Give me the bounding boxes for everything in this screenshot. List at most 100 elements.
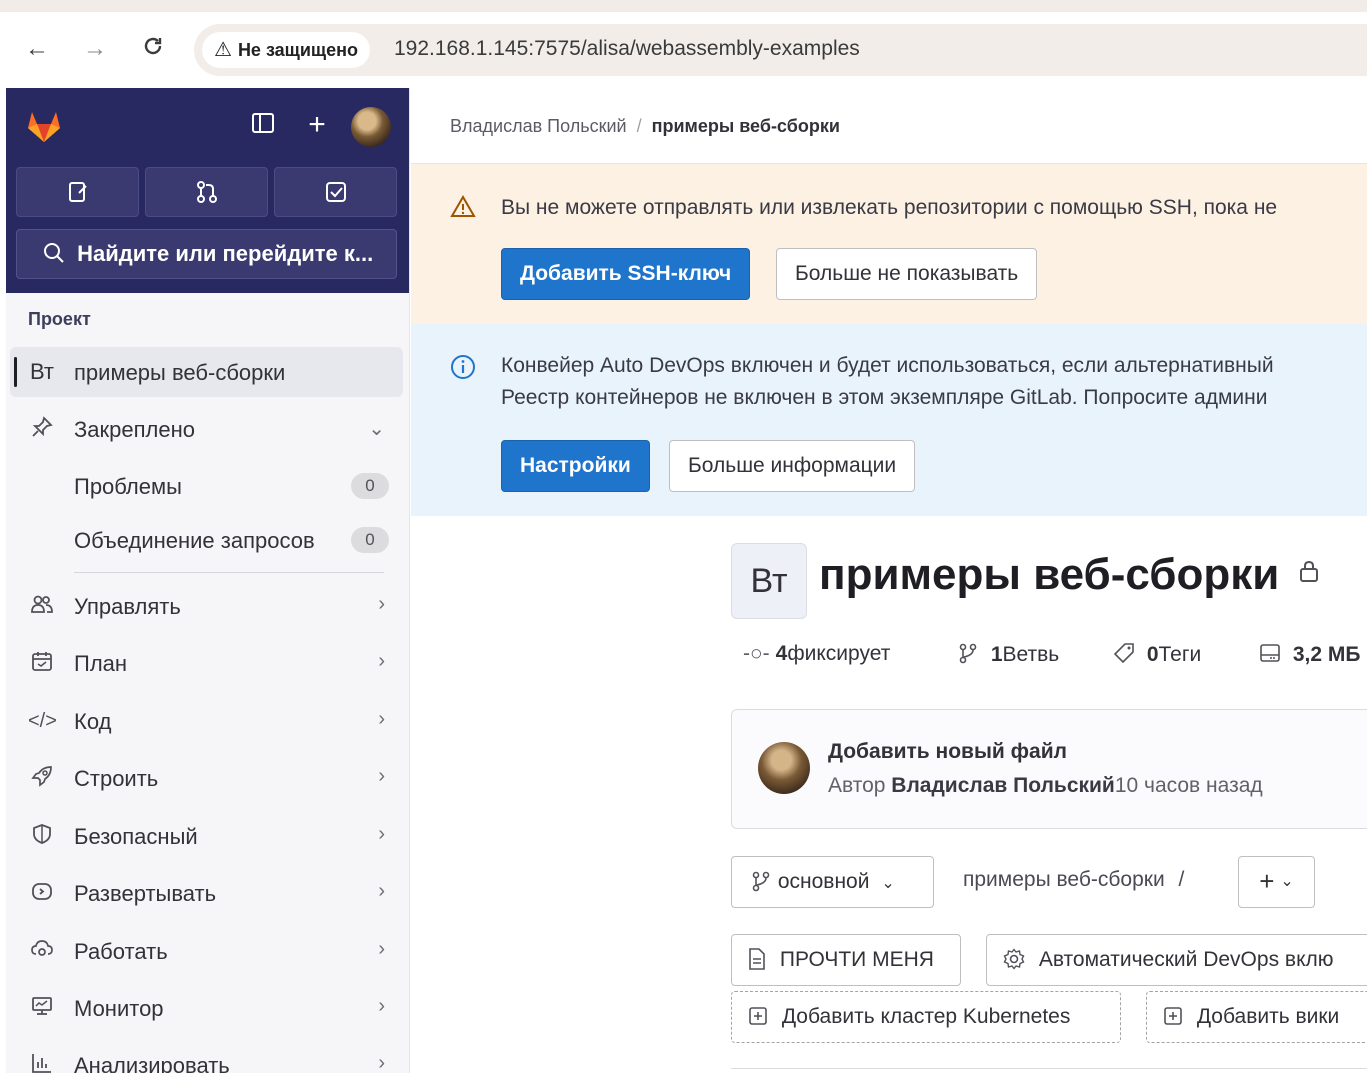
sidebar-item-plan[interactable]: План › <box>10 638 403 688</box>
sidebar-item-merge-requests[interactable]: Объединение запросов 0 <box>10 515 403 565</box>
sidebar-item-deploy[interactable]: Развертывать › <box>10 868 403 918</box>
sidebar-item-monitor[interactable]: Монитор › <box>10 983 403 1033</box>
sidebar-header: + Найдите или перейдите к... <box>6 88 409 293</box>
gitlab-logo-icon[interactable] <box>24 106 64 146</box>
chevron-right-icon: › <box>378 650 385 672</box>
sidebar-item-pinned[interactable]: Закреплено ⌄ <box>10 404 403 454</box>
sidebar-item-manage[interactable]: Управлять › <box>10 581 403 631</box>
sidebar-item-build[interactable]: Строить › <box>10 753 403 803</box>
storage-size: 3,2 МБ <box>1292 643 1361 666</box>
address-bar[interactable]: ⚠ Не защищено 192.168.1.145:7575/alisa/we… <box>194 24 1367 76</box>
sidebar-item-label: Анализировать <box>74 1053 230 1073</box>
repo-path-name[interactable]: примеры веб-сборки <box>963 868 1165 891</box>
repo-path: примеры веб-сборки / <box>963 868 1184 892</box>
reload-icon[interactable] <box>138 34 168 64</box>
readme-button[interactable]: ПРОЧТИ МЕНЯ <box>731 934 961 986</box>
sidebar-item-label: Строить <box>74 766 159 791</box>
chevron-right-icon: › <box>378 995 385 1017</box>
breadcrumb: Владислав Польский / примеры веб-сборки <box>450 116 840 137</box>
lock-icon <box>1291 560 1320 589</box>
sidebar-item-label: Управлять <box>74 594 181 619</box>
file-icon <box>748 948 772 971</box>
add-wiki-button[interactable]: Добавить вики <box>1146 991 1367 1043</box>
search-icon <box>43 241 71 266</box>
branch-icon <box>750 870 778 893</box>
chevron-right-icon: › <box>378 765 385 787</box>
todo-tab-icon[interactable] <box>274 167 397 217</box>
main-content: Владислав Польский / примеры веб-сборки Вы… <box>411 88 1367 1073</box>
sidebar-item-issues[interactable]: Проблемы 0 <box>10 461 403 511</box>
add-box-icon <box>1163 1005 1189 1028</box>
autodevops-enabled-button[interactable]: Автоматический DevOps вклю <box>986 934 1367 986</box>
sidebar-item-analyze[interactable]: Анализировать › <box>10 1040 403 1073</box>
url-text[interactable]: 192.168.1.145:7575/alisa/webassembly-exa… <box>394 37 860 61</box>
toggle-sidebar-icon[interactable] <box>248 110 278 140</box>
sidebar-item-operate[interactable]: Работать › <box>10 926 403 976</box>
sidebar-item-label: Код <box>74 709 112 734</box>
tags-stat[interactable]: 0Теги <box>1113 642 1201 667</box>
issues-tab-icon[interactable] <box>16 167 139 217</box>
branches-count: 1 <box>990 643 1003 666</box>
tag-icon <box>1113 643 1141 666</box>
create-new-icon[interactable]: + <box>302 110 332 140</box>
branches-stat[interactable]: 1Ветвь <box>957 642 1059 667</box>
project-title-text: примеры веб-сборки <box>819 550 1280 599</box>
commits-label: фиксирует <box>787 642 891 665</box>
commit-icon: -○- <box>743 642 770 665</box>
project-avatar: Вт <box>731 543 807 619</box>
sidebar-item-secure[interactable]: Безопасный › <box>10 811 403 861</box>
chevron-down-icon: ⌄ <box>881 875 895 892</box>
commits-stat[interactable]: -○- 4фиксирует <box>743 642 890 666</box>
add-kubernetes-label: Добавить кластер Kubernetes <box>781 1005 1071 1028</box>
sidebar-item-label: Работать <box>74 939 168 964</box>
add-to-tree-button[interactable]: + ⌄ <box>1238 856 1315 908</box>
chart-icon <box>28 1052 56 1073</box>
security-indicator[interactable]: ⚠ Не защищено <box>202 32 370 68</box>
breadcrumb-current[interactable]: примеры веб-сборки <box>652 116 840 136</box>
search-label: Найдите или перейдите к... <box>77 241 374 266</box>
add-kubernetes-cluster-button[interactable]: Добавить кластер Kubernetes <box>731 991 1121 1043</box>
divider <box>731 1068 1367 1069</box>
commit-title[interactable]: Добавить новый файл <box>828 740 1067 764</box>
commit-author-name[interactable]: Владислав Польский <box>891 774 1115 797</box>
count-badge: 0 <box>351 527 389 553</box>
readme-label: ПРОЧТИ МЕНЯ <box>779 948 934 971</box>
sidebar-item-code[interactable]: </> Код › <box>10 696 403 746</box>
dont-show-again-button[interactable]: Больше не показывать <box>776 248 1038 300</box>
autodevops-label: Автоматический DevOps вклю <box>1038 948 1334 971</box>
storage-icon <box>1259 643 1287 666</box>
commit-author-prefix: Автор <box>828 774 886 797</box>
user-avatar[interactable] <box>351 107 391 147</box>
info-icon <box>449 354 477 382</box>
ssh-warning-alert: Вы не можете отправлять или извлекать ре… <box>411 164 1367 324</box>
commit-author-avatar[interactable] <box>758 742 810 794</box>
more-info-button[interactable]: Больше информации <box>669 440 916 492</box>
add-box-icon <box>748 1005 774 1028</box>
autodevops-info-alert: Конвейер Auto DevOps включен и будет исп… <box>411 324 1367 516</box>
search-button[interactable]: Найдите или перейдите к... <box>16 229 397 279</box>
back-arrow-icon[interactable]: ← <box>22 34 52 64</box>
add-wiki-label: Добавить вики <box>1196 1005 1340 1028</box>
commits-count: 4 <box>775 642 788 665</box>
storage-stat[interactable]: 3,2 МБ <box>1259 642 1360 667</box>
sidebar-item-label: Безопасный <box>74 824 198 849</box>
tags-count: 0 <box>1146 643 1159 666</box>
repo-path-separator: / <box>1178 868 1185 891</box>
sidebar-item-project[interactable]: Вт примеры веб-сборки <box>10 347 403 397</box>
branch-selector[interactable]: основной ⌄ <box>731 856 934 908</box>
project-title: примеры веб-сборки <box>819 550 1320 600</box>
count-badge: 0 <box>351 473 389 499</box>
commit-time: 10 часов назад <box>1114 774 1263 797</box>
chevron-right-icon: › <box>378 593 385 615</box>
warning-icon <box>449 194 477 222</box>
breadcrumb-parent[interactable]: Владислав Польский <box>450 116 627 136</box>
security-label: Не защищено <box>237 40 358 60</box>
shield-icon <box>28 823 56 849</box>
forward-arrow-icon[interactable]: → <box>80 34 110 64</box>
add-ssh-key-button[interactable]: Добавить SSH-ключ <box>501 248 751 300</box>
chevron-right-icon: › <box>378 938 385 960</box>
merge-requests-tab-icon[interactable] <box>145 167 268 217</box>
chevron-right-icon: › <box>378 880 385 902</box>
sidebar-item-label: Объединение запросов <box>74 528 315 553</box>
settings-button[interactable]: Настройки <box>501 440 650 492</box>
